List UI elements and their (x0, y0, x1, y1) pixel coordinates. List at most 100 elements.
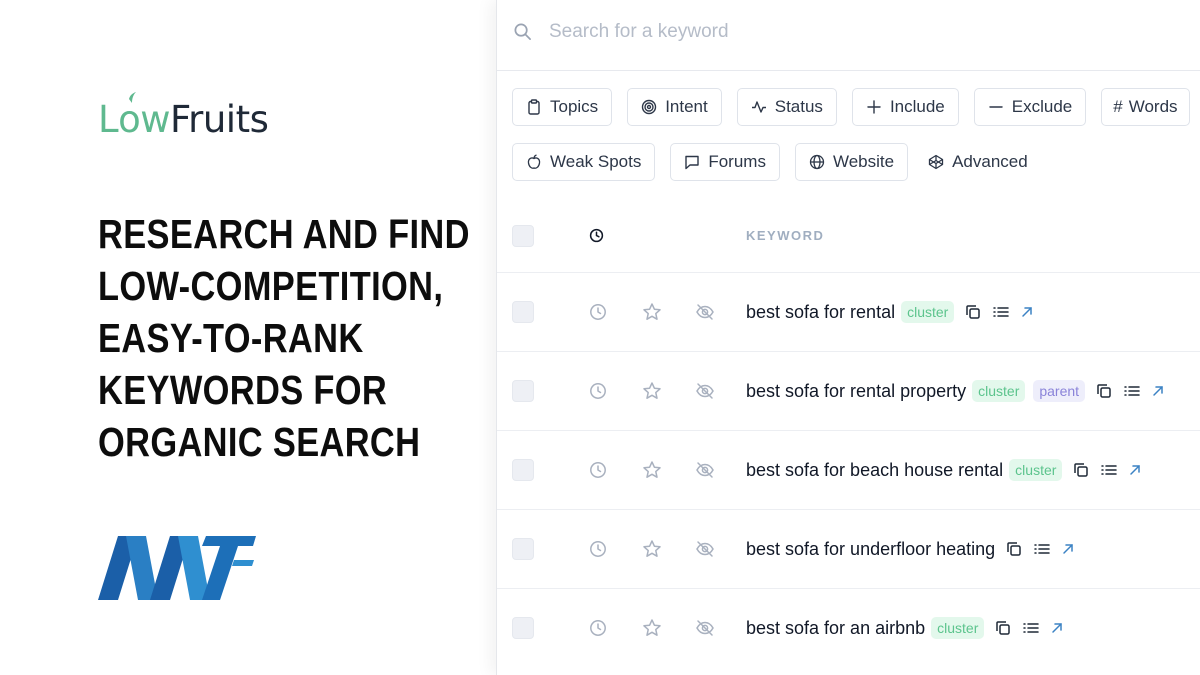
keyword-text[interactable]: best sofa for underfloor heating (746, 539, 995, 560)
forums-filter-button[interactable]: Forums (670, 143, 780, 181)
exclude-filter-label: Exclude (1011, 97, 1073, 116)
clock-icon[interactable] (589, 382, 607, 400)
logo-text-fruits: Fruits (170, 98, 269, 141)
keyword-text[interactable]: best sofa for beach house rental (746, 460, 1003, 481)
minus-icon (989, 106, 1003, 108)
list-icon[interactable] (992, 303, 1010, 321)
clock-icon[interactable] (589, 303, 607, 321)
logo-text-o: o (118, 92, 141, 141)
copy-icon[interactable] (1072, 461, 1090, 479)
eye-off-icon[interactable] (695, 618, 715, 638)
external-link-icon[interactable] (1128, 463, 1142, 477)
keyword-cell: best sofa for underfloor heating (746, 536, 1075, 562)
cluster-tag[interactable]: cluster (1009, 459, 1063, 481)
external-link-icon[interactable] (1020, 305, 1034, 319)
lowfruits-logo: Lo w Fruits (98, 92, 269, 141)
filter-row: Weak Spots Forums Website Advanced (512, 143, 1048, 181)
clock-icon[interactable] (589, 540, 607, 558)
external-link-icon[interactable] (1061, 542, 1075, 556)
cluster-tag[interactable]: cluster (972, 380, 1026, 402)
clock-icon[interactable] (589, 228, 604, 243)
external-link-icon[interactable] (1050, 621, 1064, 635)
star-icon[interactable] (642, 539, 662, 559)
clock-icon[interactable] (589, 461, 607, 479)
status-filter-label: Status (774, 97, 823, 116)
promo-panel: Lo w Fruits RESEARCH AND FIND LOW-COMPETIT… (0, 0, 496, 675)
topics-filter-button[interactable]: Topics (512, 88, 613, 126)
mt-logo (98, 536, 256, 600)
keyword-cell: best sofa for rental property cluster pa… (746, 378, 1165, 404)
words-filter-button[interactable]: # Words (1101, 88, 1190, 126)
target-icon (641, 99, 657, 115)
clock-icon[interactable] (589, 619, 607, 637)
star-icon[interactable] (642, 618, 662, 638)
codepen-icon (928, 154, 944, 170)
copy-icon[interactable] (1005, 540, 1023, 558)
star-icon[interactable] (642, 381, 662, 401)
row-checkbox[interactable] (512, 459, 534, 481)
keyword-column-header[interactable]: KEYWORD (746, 228, 824, 243)
search-input[interactable] (549, 18, 1149, 46)
copy-icon[interactable] (1095, 382, 1113, 400)
headline-line: EASY-TO-RANK (98, 315, 364, 361)
include-filter-button[interactable]: Include (851, 88, 959, 126)
eye-off-icon[interactable] (695, 302, 715, 322)
headline-line: KEYWORDS FOR (98, 367, 388, 413)
keyword-text[interactable]: best sofa for rental (746, 302, 895, 323)
table-row: best sofa for beach house rental cluster (497, 431, 1200, 510)
include-filter-label: Include (889, 97, 945, 116)
words-filter-label: Words (1128, 97, 1178, 116)
row-checkbox[interactable] (512, 301, 534, 323)
keyword-text[interactable]: best sofa for rental property (746, 381, 966, 402)
search-bar (497, 0, 1200, 71)
list-icon[interactable] (1100, 461, 1118, 479)
advanced-filter-button[interactable]: Advanced (923, 143, 1033, 181)
keyword-cell: best sofa for rental cluster (746, 299, 1034, 325)
list-icon[interactable] (1022, 619, 1040, 637)
list-icon[interactable] (1033, 540, 1051, 558)
table-row: best sofa for rental cluster (497, 273, 1200, 352)
keyword-text[interactable]: best sofa for an airbnb (746, 618, 925, 639)
weak-spots-filter-button[interactable]: Weak Spots (512, 143, 656, 181)
cluster-tag[interactable]: cluster (931, 617, 985, 639)
select-all-checkbox[interactable] (512, 225, 534, 247)
logo-text-l: L (98, 98, 119, 141)
globe-icon (809, 154, 825, 170)
exclude-filter-button[interactable]: Exclude (973, 88, 1087, 126)
row-checkbox[interactable] (512, 380, 534, 402)
headline: RESEARCH AND FIND LOW-COMPETITION, EASY-… (98, 208, 470, 468)
search-icon (514, 23, 531, 40)
message-square-icon (685, 155, 700, 170)
intent-filter-label: Intent (665, 97, 708, 116)
advanced-filter-label: Advanced (952, 152, 1028, 171)
parent-tag[interactable]: parent (1033, 380, 1086, 402)
eye-off-icon[interactable] (695, 460, 715, 480)
row-checkbox[interactable] (512, 617, 534, 639)
forums-filter-label: Forums (708, 152, 766, 171)
website-filter-label: Website (832, 152, 895, 171)
intent-filter-button[interactable]: Intent (627, 88, 722, 126)
eye-off-icon[interactable] (695, 381, 715, 401)
keyword-cell: best sofa for an airbnb cluster (746, 615, 1064, 641)
website-filter-button[interactable]: Website (794, 143, 909, 181)
headline-line: LOW-COMPETITION, (98, 263, 444, 309)
cluster-tag[interactable]: cluster (901, 301, 955, 323)
apple-icon (527, 154, 541, 169)
plus-icon (867, 100, 881, 114)
star-icon[interactable] (642, 460, 662, 480)
status-filter-button[interactable]: Status (736, 88, 837, 126)
copy-icon[interactable] (994, 619, 1012, 637)
star-icon[interactable] (642, 302, 662, 322)
headline-line: RESEARCH AND FIND (98, 211, 470, 257)
keyword-cell: best sofa for beach house rental cluster (746, 457, 1142, 483)
list-icon[interactable] (1123, 382, 1141, 400)
table-row: best sofa for an airbnb cluster (497, 589, 1200, 668)
eye-off-icon[interactable] (695, 539, 715, 559)
row-checkbox[interactable] (512, 538, 534, 560)
leaf-icon (129, 92, 137, 103)
external-link-icon[interactable] (1151, 384, 1165, 398)
copy-icon[interactable] (964, 303, 982, 321)
filter-row: Topics Intent Status Include Exclude # W… (512, 88, 1190, 126)
keyword-app-panel: Topics Intent Status Include Exclude # W… (496, 0, 1200, 675)
logo-o-letter: o (118, 98, 141, 141)
